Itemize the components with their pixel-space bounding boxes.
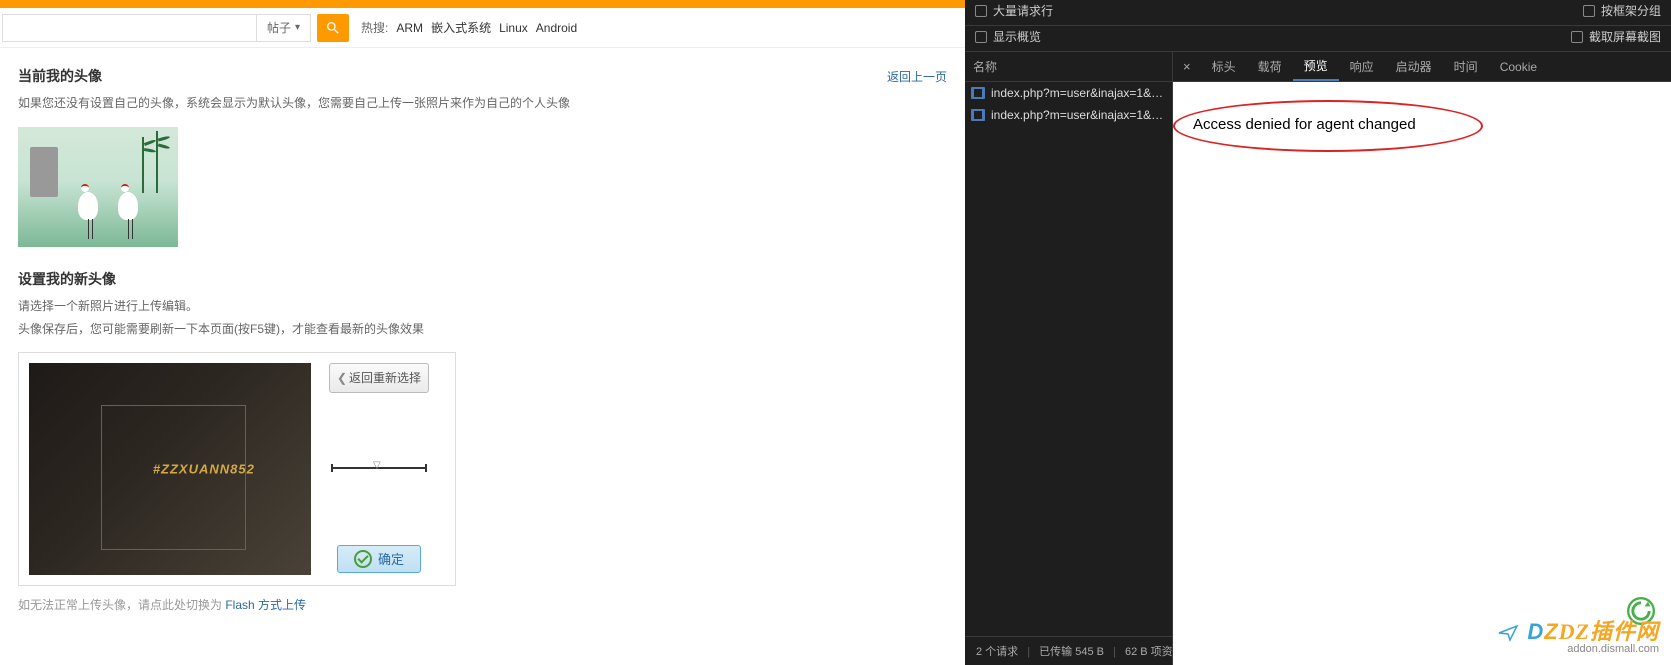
dropdown-label: 帖子 (267, 19, 291, 36)
search-bar: 帖子 ▾ 热搜: ARM 嵌入式系统 Linux Android (0, 8, 965, 48)
tab-initiator[interactable]: 启动器 (1385, 52, 1443, 81)
response-preview-pane: Access denied for agent changed DZDZ插件网 … (1173, 82, 1671, 665)
new-avatar-title: 设置我的新头像 (18, 269, 947, 289)
status-request-count: 2 个请求 (973, 646, 1021, 658)
close-details-button[interactable]: × (1173, 59, 1201, 74)
devtools-panel: 大量请求行 按框架分组 显示概览 截取屏幕截图 名称 (965, 0, 1671, 665)
request-detail-tabs: × 标头 载荷 预览 响应 启动器 时间 Cookie (1173, 52, 1671, 82)
network-request-list: 名称 index.php?m=user&inajax=1&a=r... inde… (965, 52, 1173, 665)
checkbox-icon (1571, 31, 1583, 43)
crop-selection-rect[interactable] (101, 405, 246, 550)
checkbox-label: 截取屏幕截图 (1589, 28, 1661, 45)
avatar-upload-box: #ZZXUANN852 ❮ 返回重新选择 ▽ 确定 (18, 352, 456, 586)
refresh-badge-icon (1627, 597, 1655, 625)
new-avatar-line1: 请选择一个新照片进行上传编辑。 (18, 297, 947, 316)
document-icon (971, 87, 985, 99)
annotation-ellipse (1173, 100, 1483, 152)
current-avatar-header: 当前我的头像 返回上一页 (18, 66, 947, 86)
devtools-body: 名称 index.php?m=user&inajax=1&a=r... inde… (965, 52, 1671, 665)
website-panel: 帖子 ▾ 热搜: ARM 嵌入式系统 Linux Android 当前我的头像 … (0, 0, 965, 665)
fallback-prefix: 如无法正常上传头像，请点此处切换为 (18, 598, 225, 612)
top-orange-bar (0, 0, 965, 8)
zoom-slider[interactable]: ▽ (331, 467, 427, 469)
devtools-top-options: 大量请求行 按框架分组 (965, 0, 1671, 26)
status-resources: 62 B 项资源 (1122, 646, 1172, 658)
checkbox-icon (975, 31, 987, 43)
hot-search-label: 热搜: (361, 19, 388, 36)
confirm-label: 确定 (378, 549, 404, 568)
network-status-bar: 2 个请求 | 已传输 545 B | 62 B 项资源 (965, 636, 1172, 665)
hot-link-embedded[interactable]: 嵌入式系统 (431, 19, 491, 36)
confirm-button[interactable]: 确定 (337, 545, 421, 573)
reselect-button[interactable]: ❮ 返回重新选择 (329, 363, 429, 393)
tab-headers[interactable]: 标头 (1201, 52, 1247, 81)
status-transferred: 已传输 545 B (1036, 646, 1107, 658)
fallback-upload-text: 如无法正常上传头像，请点此处切换为 Flash 方式上传 (18, 596, 947, 613)
network-request-item[interactable]: index.php?m=user&inajax=1&a=r... (965, 82, 1172, 104)
tab-cookies[interactable]: Cookie (1489, 52, 1548, 81)
tab-payload[interactable]: 载荷 (1247, 52, 1293, 81)
devtools-top-options-2: 显示概览 截取屏幕截图 (965, 26, 1671, 52)
request-list-header[interactable]: 名称 (965, 52, 1172, 82)
checkbox-large-request-rows[interactable]: 大量请求行 (975, 2, 1053, 19)
checkbox-label: 大量请求行 (993, 2, 1053, 19)
checkbox-label: 显示概览 (993, 28, 1041, 45)
search-icon (325, 20, 341, 36)
slider-thumb-icon[interactable]: ▽ (373, 460, 381, 471)
tab-timing[interactable]: 时间 (1443, 52, 1489, 81)
chevron-left-icon: ❮ (337, 371, 347, 385)
paper-plane-icon (1495, 624, 1523, 642)
hot-link-android[interactable]: Android (536, 21, 577, 35)
document-icon (971, 109, 985, 121)
request-details-panel: × 标头 载荷 预览 响应 启动器 时间 Cookie Access denie… (1173, 52, 1671, 665)
request-url: index.php?m=user&inajax=1&a=r... (991, 108, 1166, 122)
watermark-sub: addon.dismall.com (1495, 643, 1659, 655)
hot-link-arm[interactable]: ARM (396, 21, 423, 35)
search-button[interactable] (317, 14, 349, 42)
checkbox-icon (1583, 5, 1595, 17)
checkbox-group-by-frame[interactable]: 按框架分组 (1583, 2, 1661, 19)
reselect-label: 返回重新选择 (349, 369, 421, 386)
avatar-crop-area[interactable]: #ZZXUANN852 (29, 363, 311, 575)
current-avatar-image (18, 127, 178, 247)
network-request-item[interactable]: index.php?m=user&inajax=1&a=r... (965, 104, 1172, 126)
request-url: index.php?m=user&inajax=1&a=r... (991, 86, 1166, 100)
check-circle-icon (354, 550, 372, 568)
back-to-prev-link[interactable]: 返回上一页 (887, 68, 947, 85)
tab-preview[interactable]: 预览 (1293, 52, 1339, 81)
new-avatar-section: 设置我的新头像 请选择一个新照片进行上传编辑。 头像保存后，您可能需要刷新一下本… (18, 269, 947, 612)
tab-response[interactable]: 响应 (1339, 52, 1385, 81)
search-input[interactable] (2, 14, 257, 42)
checkbox-screenshot[interactable]: 截取屏幕截图 (1571, 28, 1661, 45)
upload-controls: ❮ 返回重新选择 ▽ 确定 (329, 363, 429, 575)
current-avatar-title: 当前我的头像 (18, 66, 102, 86)
search-type-dropdown[interactable]: 帖子 ▾ (257, 14, 311, 42)
content-area: 当前我的头像 返回上一页 如果您还没有设置自己的头像，系统会显示为默认头像，您需… (0, 48, 965, 631)
checkbox-label: 按框架分组 (1601, 2, 1661, 19)
new-avatar-line2: 头像保存后，您可能需要刷新一下本页面(按F5键)，才能查看最新的头像效果 (18, 320, 947, 339)
flash-upload-link[interactable]: Flash 方式上传 (225, 598, 306, 612)
current-avatar-desc: 如果您还没有设置自己的头像，系统会显示为默认头像，您需要自己上传一张照片来作为自… (18, 94, 947, 113)
checkbox-show-overview[interactable]: 显示概览 (975, 28, 1041, 45)
hot-link-linux[interactable]: Linux (499, 21, 528, 35)
chevron-down-icon: ▾ (295, 22, 300, 33)
checkbox-icon (975, 5, 987, 17)
